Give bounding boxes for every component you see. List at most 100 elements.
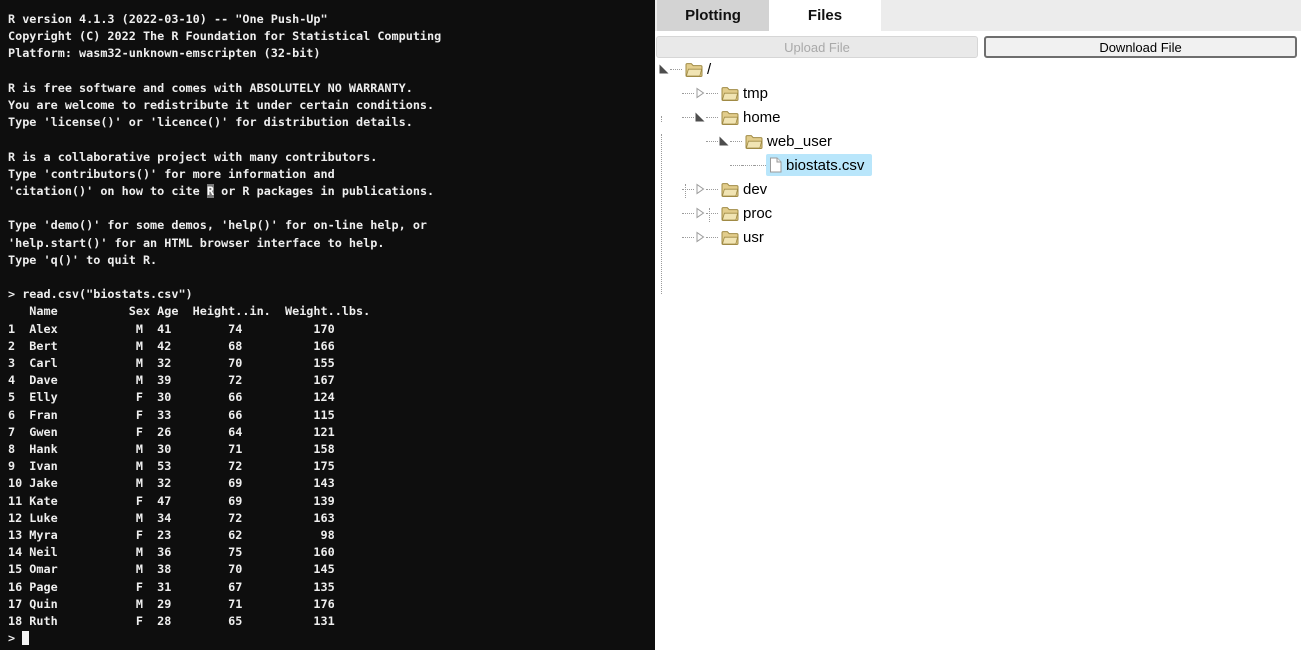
table-row: 7 Gwen F 26 64 121 <box>8 424 655 441</box>
terminal-line: Platform: wasm32-unknown-emscripten (32-… <box>8 45 655 62</box>
table-row: 4 Dave M 39 72 167 <box>8 372 655 389</box>
table-row: 18 Ruth F 28 65 131 <box>8 613 655 630</box>
table-row: 2 Bert M 42 68 166 <box>8 338 655 355</box>
tree-connector <box>730 141 742 142</box>
table-row: 8 Hank M 30 71 158 <box>8 441 655 458</box>
tree-rows: / tmp home web_user biostats.csv dev proc usr <box>655 57 1301 249</box>
terminal-line: Type 'contributors()' for more informati… <box>8 166 655 183</box>
expand-arrow-icon[interactable] <box>694 207 706 219</box>
tree-item-label: home <box>743 109 781 126</box>
expand-arrow-icon[interactable] <box>694 183 706 195</box>
terminal-line: Name Sex Age Height..in. Weight..lbs. <box>8 303 655 320</box>
terminal-line: R is free software and comes with ABSOLU… <box>8 80 655 97</box>
terminal-line: Copyright (C) 2022 The R Foundation for … <box>8 28 655 45</box>
tree-node[interactable]: home <box>718 106 789 128</box>
terminal-line: R version 4.1.3 (2022-03-10) -- "One Pus… <box>8 11 655 28</box>
tree-connector <box>685 184 686 198</box>
tree-connector <box>682 117 694 118</box>
tree-item-tmp[interactable]: tmp <box>655 81 1301 105</box>
tree-item-home[interactable]: home <box>655 105 1301 129</box>
folder-icon <box>721 182 739 197</box>
tree-item-biostats-csv[interactable]: biostats.csv <box>655 153 1301 177</box>
table-row: 12 Luke M 34 72 163 <box>8 510 655 527</box>
tree-connector <box>706 237 718 238</box>
terminal-cursor <box>22 631 29 645</box>
selected-tree-node[interactable]: biostats.csv <box>766 154 872 176</box>
terminal-line: Type 'demo()' for some demos, 'help()' f… <box>8 217 655 234</box>
tree-node[interactable]: usr <box>718 226 772 248</box>
tree-connector <box>661 116 662 122</box>
table-row: 1 Alex M 41 74 170 <box>8 321 655 338</box>
folder-icon <box>721 110 739 125</box>
tree-item-[interactable]: / <box>655 57 1301 81</box>
tree-connector <box>706 189 718 190</box>
tree-item-dev[interactable]: dev <box>655 177 1301 201</box>
upload-file-button[interactable]: Upload File <box>656 36 978 58</box>
tree-item-usr[interactable]: usr <box>655 225 1301 249</box>
tree-connector <box>682 93 694 94</box>
tree-item-label: biostats.csv <box>786 157 864 174</box>
table-row: 10 Jake M 32 69 143 <box>8 475 655 492</box>
terminal-text: 'citation()' on how to cite <box>8 184 207 198</box>
tree-connector <box>706 213 718 214</box>
tree-node[interactable]: dev <box>718 178 775 200</box>
tree-connector <box>682 213 694 214</box>
table-row: 9 Ivan M 53 72 175 <box>8 458 655 475</box>
expand-arrow-icon[interactable] <box>694 231 706 243</box>
terminal-line: > read.csv("biostats.csv") <box>8 286 655 303</box>
r-console[interactable]: R version 4.1.3 (2022-03-10) -- "One Pus… <box>0 0 655 650</box>
tree-item-proc[interactable]: proc <box>655 201 1301 225</box>
terminal-line <box>8 131 655 148</box>
table-row: 15 Omar M 38 70 145 <box>8 561 655 578</box>
table-row: 13 Myra F 23 62 98 <box>8 527 655 544</box>
file-icon <box>769 157 782 173</box>
terminal-line: You are welcome to redistribute it under… <box>8 97 655 114</box>
terminal-line <box>8 200 655 217</box>
tree-connector <box>670 69 682 70</box>
download-file-button[interactable]: Download File <box>984 36 1297 58</box>
table-row: 3 Carl M 32 70 155 <box>8 355 655 372</box>
folder-icon <box>685 62 703 77</box>
terminal-text: or R packages in publications. <box>214 184 434 198</box>
tree-connector <box>706 93 718 94</box>
tab-files[interactable]: Files <box>769 0 881 31</box>
tree-connector <box>709 208 710 222</box>
tree-connector <box>661 134 662 294</box>
tree-item-label: / <box>707 61 711 78</box>
expand-arrow-icon[interactable] <box>694 87 706 99</box>
tree-connector <box>730 165 742 166</box>
tree-connector <box>706 141 718 142</box>
terminal-line: Type 'license()' or 'licence()' for dist… <box>8 114 655 131</box>
highlighted-char: R <box>207 184 214 198</box>
folder-icon <box>721 230 739 245</box>
tree-item-web-user[interactable]: web_user <box>655 129 1301 153</box>
tree-node[interactable]: web_user <box>742 130 840 152</box>
tree-node[interactable]: tmp <box>718 82 776 104</box>
terminal-output: R version 4.1.3 (2022-03-10) -- "One Pus… <box>8 11 655 647</box>
tree-node[interactable]: proc <box>718 202 780 224</box>
terminal-line <box>8 63 655 80</box>
tree-item-label: tmp <box>743 85 768 102</box>
tree-item-label: usr <box>743 229 764 246</box>
folder-icon <box>745 134 763 149</box>
prompt: > <box>8 631 22 645</box>
terminal-line: > <box>8 630 655 647</box>
terminal-line: 'help.start()' for an HTML browser inter… <box>8 235 655 252</box>
collapse-arrow-icon[interactable] <box>718 135 730 147</box>
terminal-line: 'citation()' on how to cite R or R packa… <box>8 183 655 200</box>
table-row: 6 Fran F 33 66 115 <box>8 407 655 424</box>
table-row: 5 Elly F 30 66 124 <box>8 389 655 406</box>
tree-node[interactable]: / <box>682 58 719 80</box>
tree-item-label: proc <box>743 205 772 222</box>
tab-plotting[interactable]: Plotting <box>657 0 769 31</box>
table-row: 14 Neil M 36 75 160 <box>8 544 655 561</box>
terminal-line <box>8 269 655 286</box>
tree-connector <box>742 165 754 166</box>
collapse-arrow-icon[interactable] <box>694 111 706 123</box>
folder-icon <box>721 86 739 101</box>
tree-connector <box>682 237 694 238</box>
webr-app: R version 4.1.3 (2022-03-10) -- "One Pus… <box>0 0 1301 650</box>
collapse-arrow-icon[interactable] <box>658 63 670 75</box>
terminal-line: R is a collaborative project with many c… <box>8 149 655 166</box>
table-row: 16 Page F 31 67 135 <box>8 579 655 596</box>
